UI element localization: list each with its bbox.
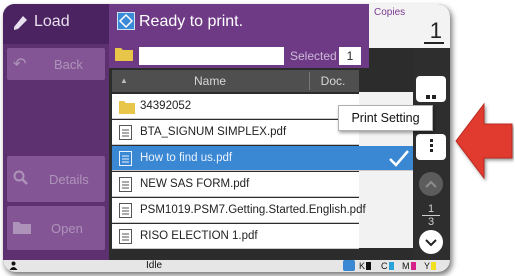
page-current: 1 [427,203,435,215]
machine-status: Ready to print. [139,13,244,30]
kebab-icon [430,139,433,154]
details-button-label: Details [49,172,89,187]
file-icon [119,151,132,166]
bottom-status-bar: Idle K C M Y [3,260,450,272]
ink-m: M [402,261,416,271]
people-icon [9,261,18,270]
row-name: RISO ELECTION 1.pdf [140,230,258,242]
scroll-down-button[interactable] [419,230,443,254]
machine-state: Idle [146,260,163,271]
column-doc[interactable]: Doc. [310,74,356,88]
menu-icon [423,86,439,117]
copies-value: 1 [429,18,442,43]
row-name: NEW SAS FORM.pdf [140,178,250,190]
ink-y: Y [424,261,437,271]
open-icon [13,222,31,234]
back-button-label: Back [54,57,83,72]
selected-count: 1 [339,47,361,65]
column-name[interactable]: Name [112,74,308,88]
back-icon: ↶ [13,56,27,73]
table-row[interactable]: RISO ELECTION 1.pdf [112,224,359,249]
scroll-down-icon [425,239,437,247]
network-icon [343,260,355,271]
row-name: How to find us.pdf [140,152,233,164]
row-name: BTA_SIGNUM SIMPLEX.pdf [140,126,287,138]
folder-bar: Selected 1 [109,40,369,68]
print-setting-tooltip: Print Setting [338,105,433,131]
printer-panel: Load ↶ Back Details Open Ready to print.… [3,4,450,272]
table-header: ▲ Name Doc. [112,70,359,92]
page-total: 3 [422,215,440,228]
sidebar-header: Load [3,4,109,44]
file-icon [119,229,132,244]
more-options-button[interactable] [416,134,446,160]
load-icon [14,16,27,30]
checkmark-icon [389,150,409,167]
open-button-label: Open [51,221,83,236]
table-row-selected[interactable]: How to find us.pdf [112,146,413,171]
folder-icon [115,48,133,61]
sidebar: Load ↶ Back Details Open [3,4,109,260]
folder-path-field[interactable] [139,47,284,65]
copies-box[interactable]: Copies 1 [369,4,450,48]
file-icon [119,125,132,140]
file-icon [119,203,132,218]
menu-button[interactable] [416,76,446,117]
details-button[interactable]: Details [7,156,105,202]
table-row[interactable]: BTA_SIGNUM SIMPLEX.pdf [112,120,359,145]
sidebar-title: Load [34,13,70,30]
ready-icon [117,12,135,30]
table-row[interactable]: 34392052 [112,94,359,119]
ink-k: K [359,261,372,271]
scroll-up-icon [425,180,437,188]
file-icon [119,177,132,192]
open-button[interactable]: Open [7,206,105,250]
copies-underline [424,42,444,44]
status-bar-top: Ready to print. [109,4,371,40]
table-row[interactable]: NEW SAS FORM.pdf [112,172,359,197]
ink-c: C [381,261,394,271]
copies-label: Copies [374,7,406,18]
scroll-up-button[interactable] [419,172,443,196]
back-button[interactable]: ↶ Back [7,48,105,80]
selected-label: Selected [290,49,337,63]
page-indicator: 1 3 [415,203,447,228]
red-arrow-icon [455,102,513,180]
folder-icon [119,101,135,114]
row-name: 34392052 [140,100,192,112]
row-name: PSM1019.PSM7.Getting.Started.English.pdf [140,204,366,216]
table-row[interactable]: PSM1019.PSM7.Getting.Started.English.pdf [112,198,366,223]
details-icon [13,170,28,185]
